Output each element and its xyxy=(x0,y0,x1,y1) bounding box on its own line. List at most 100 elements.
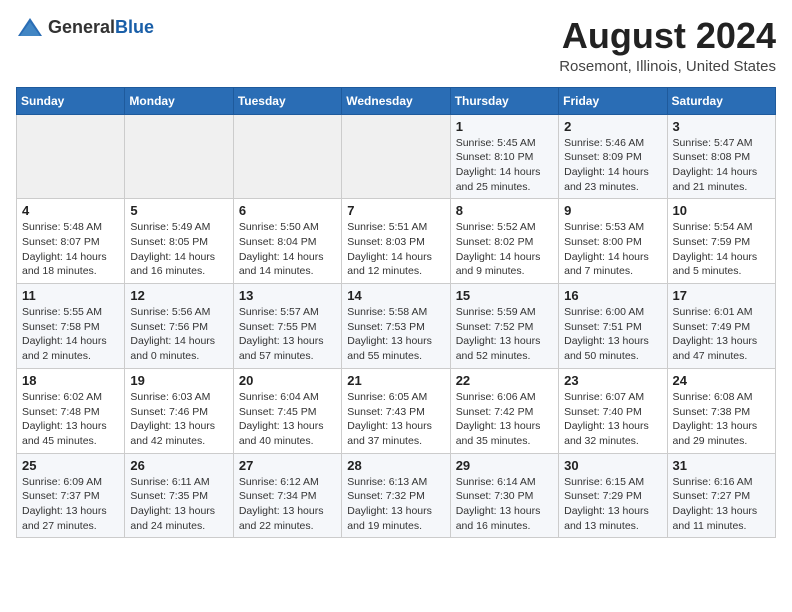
day-number: 2 xyxy=(564,119,661,134)
day-number: 11 xyxy=(22,288,119,303)
calendar-cell: 7 Sunrise: 5:51 AM Sunset: 8:03 PM Daylig… xyxy=(342,199,450,284)
day-info: Sunrise: 5:58 AM Sunset: 7:53 PM Dayligh… xyxy=(347,305,444,364)
calendar-cell: 21Sunrise: 6:05 AM Sunset: 7:43 PM Dayli… xyxy=(342,368,450,453)
calendar-header-tuesday: Tuesday xyxy=(233,87,341,114)
calendar-cell: 5 Sunrise: 5:49 AM Sunset: 8:05 PM Daylig… xyxy=(125,199,233,284)
day-info: Sunrise: 5:59 AM Sunset: 7:52 PM Dayligh… xyxy=(456,305,553,364)
calendar-cell: 17Sunrise: 6:01 AM Sunset: 7:49 PM Dayli… xyxy=(667,284,775,369)
calendar-cell: 1 Sunrise: 5:45 AM Sunset: 8:10 PM Daylig… xyxy=(450,114,558,199)
calendar-header: SundayMondayTuesdayWednesdayThursdayFrid… xyxy=(17,87,776,114)
calendar-cell: 24 Sunrise: 6:08 AM Sunset: 7:38 PM Dayli… xyxy=(667,368,775,453)
calendar-header-saturday: Saturday xyxy=(667,87,775,114)
day-number: 18 xyxy=(22,373,119,388)
day-info: Sunrise: 5:54 AM Sunset: 7:59 PM Dayligh… xyxy=(673,220,770,279)
day-info: Sunrise: 5:52 AM Sunset: 8:02 PM Dayligh… xyxy=(456,220,553,279)
calendar-body: 1 Sunrise: 5:45 AM Sunset: 8:10 PM Daylig… xyxy=(17,114,776,538)
calendar-cell: 9 Sunrise: 5:53 AM Sunset: 8:00 PM Daylig… xyxy=(559,199,667,284)
calendar-cell: 15 Sunrise: 5:59 AM Sunset: 7:52 PM Dayli… xyxy=(450,284,558,369)
calendar-cell: 28Sunrise: 6:13 AM Sunset: 7:32 PM Dayli… xyxy=(342,453,450,538)
day-info: Sunrise: 6:12 AM Sunset: 7:34 PM Dayligh… xyxy=(239,475,336,534)
calendar-table: SundayMondayTuesdayWednesdayThursdayFrid… xyxy=(16,87,776,539)
calendar-header-friday: Friday xyxy=(559,87,667,114)
day-number: 12 xyxy=(130,288,227,303)
day-info: Sunrise: 6:07 AM Sunset: 7:40 PM Dayligh… xyxy=(564,390,661,449)
day-number: 24 xyxy=(673,373,770,388)
day-number: 27 xyxy=(239,458,336,473)
calendar-week-5: 25Sunrise: 6:09 AM Sunset: 7:37 PM Dayli… xyxy=(17,453,776,538)
calendar-cell: 8 Sunrise: 5:52 AM Sunset: 8:02 PM Daylig… xyxy=(450,199,558,284)
day-info: Sunrise: 5:55 AM Sunset: 7:58 PM Dayligh… xyxy=(22,305,119,364)
calendar-week-3: 11 Sunrise: 5:55 AM Sunset: 7:58 PM Dayli… xyxy=(17,284,776,369)
day-info: Sunrise: 6:16 AM Sunset: 7:27 PM Dayligh… xyxy=(673,475,770,534)
calendar-cell: 6 Sunrise: 5:50 AM Sunset: 8:04 PM Daylig… xyxy=(233,199,341,284)
calendar-cell: 18 Sunrise: 6:02 AM Sunset: 7:48 PM Dayli… xyxy=(17,368,125,453)
day-info: Sunrise: 6:02 AM Sunset: 7:48 PM Dayligh… xyxy=(22,390,119,449)
day-number: 14 xyxy=(347,288,444,303)
calendar-week-2: 4 Sunrise: 5:48 AM Sunset: 8:07 PM Daylig… xyxy=(17,199,776,284)
calendar-cell: 29Sunrise: 6:14 AM Sunset: 7:30 PM Dayli… xyxy=(450,453,558,538)
calendar-header-thursday: Thursday xyxy=(450,87,558,114)
calendar-cell: 23 Sunrise: 6:07 AM Sunset: 7:40 PM Dayli… xyxy=(559,368,667,453)
calendar-cell xyxy=(342,114,450,199)
day-number: 8 xyxy=(456,203,553,218)
day-number: 1 xyxy=(456,119,553,134)
calendar-cell: 22 Sunrise: 6:06 AM Sunset: 7:42 PM Dayli… xyxy=(450,368,558,453)
title-area: August 2024 Rosemont, Illinois, United S… xyxy=(559,16,776,75)
calendar-header-sunday: Sunday xyxy=(17,87,125,114)
calendar-header-monday: Monday xyxy=(125,87,233,114)
calendar-cell xyxy=(233,114,341,199)
calendar-cell: 3 Sunrise: 5:47 AM Sunset: 8:08 PM Daylig… xyxy=(667,114,775,199)
day-info: Sunrise: 5:50 AM Sunset: 8:04 PM Dayligh… xyxy=(239,220,336,279)
calendar-header-wednesday: Wednesday xyxy=(342,87,450,114)
day-info: Sunrise: 5:53 AM Sunset: 8:00 PM Dayligh… xyxy=(564,220,661,279)
day-number: 5 xyxy=(130,203,227,218)
day-info: Sunrise: 5:45 AM Sunset: 8:10 PM Dayligh… xyxy=(456,136,553,195)
calendar-cell: 30Sunrise: 6:15 AM Sunset: 7:29 PM Dayli… xyxy=(559,453,667,538)
day-number: 4 xyxy=(22,203,119,218)
day-number: 9 xyxy=(564,203,661,218)
calendar-cell: 31Sunrise: 6:16 AM Sunset: 7:27 PM Dayli… xyxy=(667,453,775,538)
calendar-cell: 4 Sunrise: 5:48 AM Sunset: 8:07 PM Daylig… xyxy=(17,199,125,284)
day-number: 15 xyxy=(456,288,553,303)
day-number: 25 xyxy=(22,458,119,473)
day-number: 21 xyxy=(347,373,444,388)
day-info: Sunrise: 5:49 AM Sunset: 8:05 PM Dayligh… xyxy=(130,220,227,279)
day-number: 29 xyxy=(456,458,553,473)
calendar-cell: 19Sunrise: 6:03 AM Sunset: 7:46 PM Dayli… xyxy=(125,368,233,453)
logo: GeneralBlue xyxy=(16,16,154,38)
day-info: Sunrise: 6:03 AM Sunset: 7:46 PM Dayligh… xyxy=(130,390,227,449)
day-number: 3 xyxy=(673,119,770,134)
day-number: 20 xyxy=(239,373,336,388)
main-title: August 2024 xyxy=(559,16,776,56)
day-info: Sunrise: 6:08 AM Sunset: 7:38 PM Dayligh… xyxy=(673,390,770,449)
calendar-week-4: 18 Sunrise: 6:02 AM Sunset: 7:48 PM Dayli… xyxy=(17,368,776,453)
day-info: Sunrise: 5:47 AM Sunset: 8:08 PM Dayligh… xyxy=(673,136,770,195)
day-number: 26 xyxy=(130,458,227,473)
page-header: GeneralBlue August 2024 Rosemont, Illino… xyxy=(16,16,776,75)
day-number: 13 xyxy=(239,288,336,303)
calendar-cell: 2 Sunrise: 5:46 AM Sunset: 8:09 PM Daylig… xyxy=(559,114,667,199)
day-info: Sunrise: 5:48 AM Sunset: 8:07 PM Dayligh… xyxy=(22,220,119,279)
logo-icon xyxy=(16,16,44,38)
day-info: Sunrise: 6:01 AM Sunset: 7:49 PM Dayligh… xyxy=(673,305,770,364)
day-info: Sunrise: 6:06 AM Sunset: 7:42 PM Dayligh… xyxy=(456,390,553,449)
calendar-cell xyxy=(17,114,125,199)
day-info: Sunrise: 5:56 AM Sunset: 7:56 PM Dayligh… xyxy=(130,305,227,364)
calendar-cell: 20 Sunrise: 6:04 AM Sunset: 7:45 PM Dayli… xyxy=(233,368,341,453)
day-number: 28 xyxy=(347,458,444,473)
day-number: 7 xyxy=(347,203,444,218)
logo-text-general: General xyxy=(48,17,115,37)
calendar-cell: 27 Sunrise: 6:12 AM Sunset: 7:34 PM Dayli… xyxy=(233,453,341,538)
day-number: 23 xyxy=(564,373,661,388)
day-info: Sunrise: 6:04 AM Sunset: 7:45 PM Dayligh… xyxy=(239,390,336,449)
logo-text-blue: Blue xyxy=(115,17,154,37)
calendar-cell: 11 Sunrise: 5:55 AM Sunset: 7:58 PM Dayli… xyxy=(17,284,125,369)
day-number: 22 xyxy=(456,373,553,388)
calendar-cell: 25Sunrise: 6:09 AM Sunset: 7:37 PM Dayli… xyxy=(17,453,125,538)
day-info: Sunrise: 5:46 AM Sunset: 8:09 PM Dayligh… xyxy=(564,136,661,195)
day-number: 6 xyxy=(239,203,336,218)
calendar-cell: 16Sunrise: 6:00 AM Sunset: 7:51 PM Dayli… xyxy=(559,284,667,369)
day-info: Sunrise: 5:51 AM Sunset: 8:03 PM Dayligh… xyxy=(347,220,444,279)
day-info: Sunrise: 6:15 AM Sunset: 7:29 PM Dayligh… xyxy=(564,475,661,534)
day-number: 16 xyxy=(564,288,661,303)
